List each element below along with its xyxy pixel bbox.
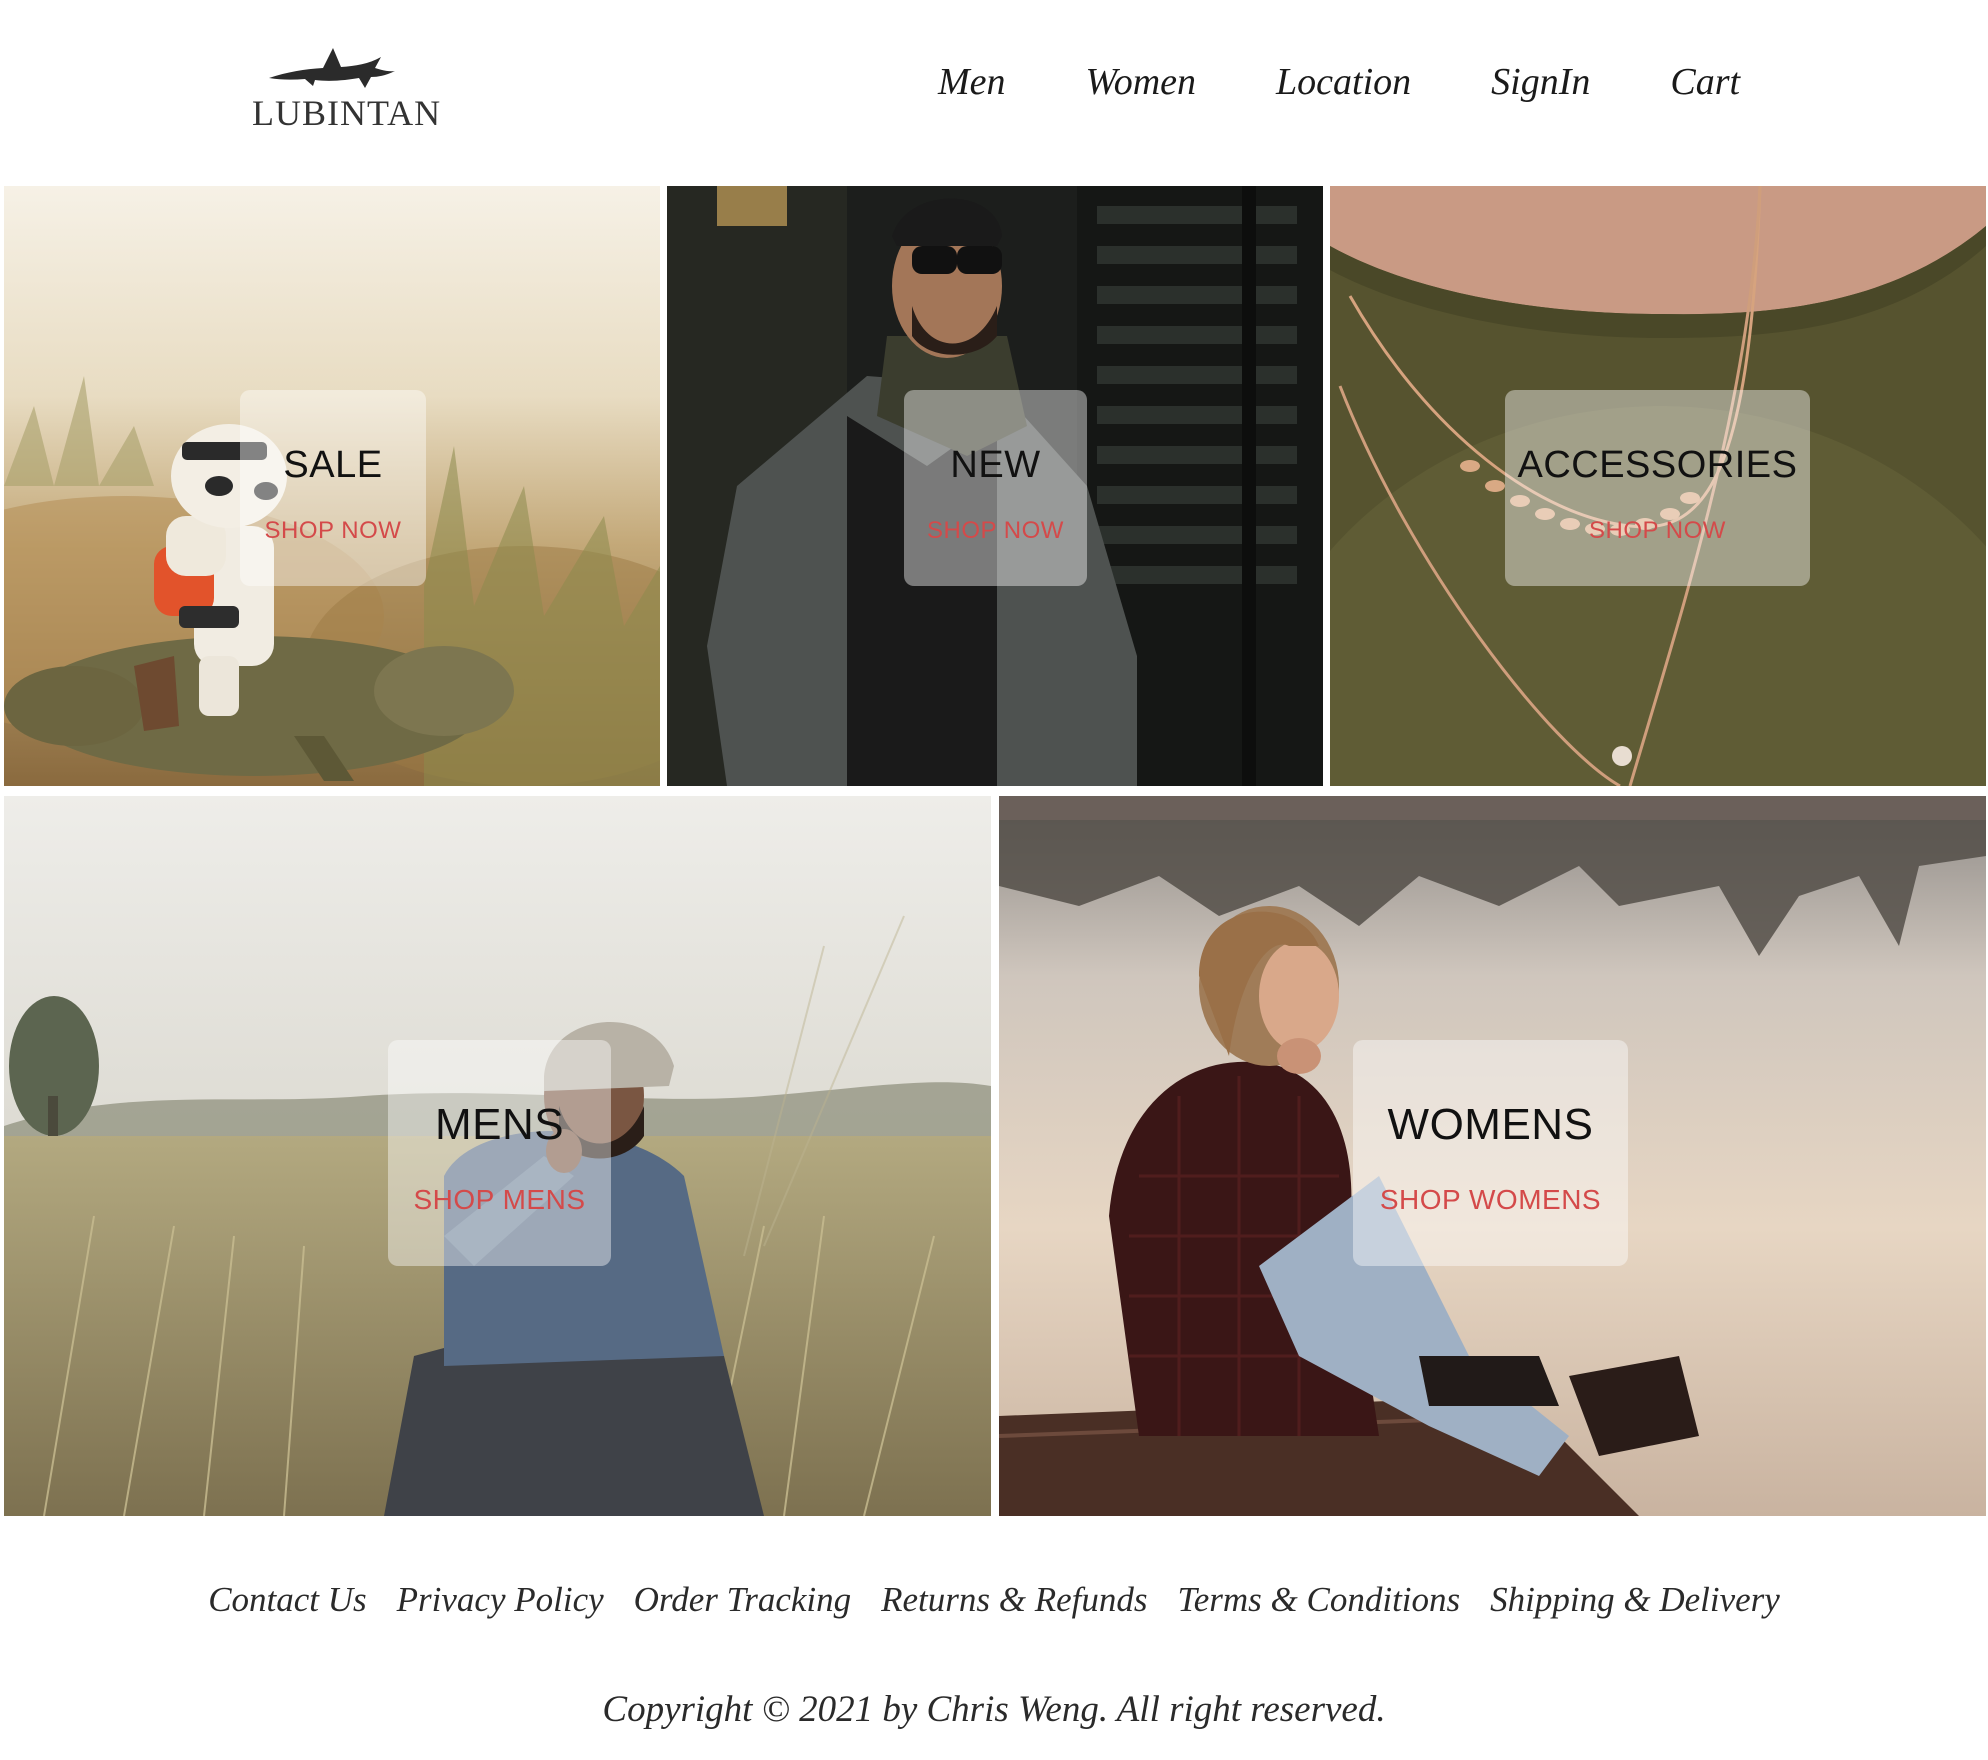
- mens-title: MENS: [434, 1100, 565, 1149]
- copyright: Copyright © 2021 by Chris Weng. All righ…: [602, 1689, 1386, 1730]
- nav-women[interactable]: Women: [1086, 52, 1196, 112]
- accessories-card[interactable]: ACCESSORIES SHOP NOW: [1505, 390, 1810, 586]
- womens-cta[interactable]: SHOP WOMENS: [1353, 1184, 1628, 1216]
- shark-icon: [269, 48, 395, 88]
- brand-logo[interactable]: LUBINTAN: [252, 44, 442, 144]
- footer-link-order-tracking[interactable]: Order Tracking: [634, 1580, 851, 1620]
- brand-name: LUBINTAN: [252, 93, 442, 133]
- main-nav: Men Women Location SignIn Cart: [938, 52, 1740, 112]
- tile-new[interactable]: NEW SHOP NOW: [667, 186, 1323, 786]
- tile-mens[interactable]: MENS SHOP MENS: [4, 796, 991, 1516]
- tile-accessories[interactable]: ACCESSORIES SHOP NOW: [1330, 186, 1986, 786]
- womens-card[interactable]: WOMENS SHOP WOMENS: [1353, 1040, 1628, 1266]
- accessories-title: ACCESSORIES: [1517, 444, 1798, 486]
- mens-card[interactable]: MENS SHOP MENS: [388, 1040, 611, 1266]
- footer-link-shipping[interactable]: Shipping & Delivery: [1490, 1580, 1780, 1620]
- womens-title: WOMENS: [1387, 1100, 1594, 1149]
- footer-links: Contact Us Privacy Policy Order Tracking…: [0, 1580, 1988, 1620]
- footer-link-contact[interactable]: Contact Us: [208, 1580, 366, 1620]
- new-card[interactable]: NEW SHOP NOW: [904, 390, 1087, 586]
- tile-sale[interactable]: SALE SHOP NOW: [4, 186, 660, 786]
- nav-signin[interactable]: SignIn: [1491, 52, 1590, 112]
- footer-link-returns[interactable]: Returns & Refunds: [881, 1580, 1147, 1620]
- site-header: LUBINTAN Men Women Location SignIn Cart: [0, 0, 1988, 186]
- sale-cta[interactable]: SHOP NOW: [240, 517, 426, 545]
- mens-cta[interactable]: SHOP MENS: [388, 1184, 611, 1216]
- footer-link-terms[interactable]: Terms & Conditions: [1177, 1580, 1460, 1620]
- nav-location[interactable]: Location: [1276, 52, 1411, 112]
- accessories-cta[interactable]: SHOP NOW: [1505, 517, 1810, 545]
- tile-womens[interactable]: WOMENS SHOP WOMENS: [999, 796, 1986, 1516]
- nav-cart[interactable]: Cart: [1670, 52, 1740, 112]
- sale-card[interactable]: SALE SHOP NOW: [240, 390, 426, 586]
- footer-link-privacy[interactable]: Privacy Policy: [397, 1580, 604, 1620]
- new-title: NEW: [950, 444, 1041, 486]
- nav-men[interactable]: Men: [938, 52, 1006, 112]
- new-cta[interactable]: SHOP NOW: [904, 517, 1087, 545]
- sale-title: SALE: [283, 444, 383, 486]
